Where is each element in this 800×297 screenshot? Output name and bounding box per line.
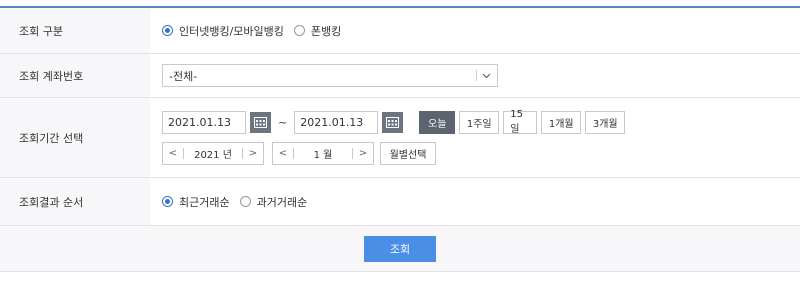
radio-oldest-first-label: 과거거래순	[256, 195, 308, 209]
radio-internet-mobile-label: 인터넷뱅킹/모바일뱅킹	[179, 24, 284, 38]
year-next-button[interactable]: >	[243, 148, 263, 159]
quick-today-button[interactable]: 오늘	[419, 110, 456, 134]
quick-1week-button[interactable]: 1주일	[459, 110, 500, 134]
result-order-options: 최근거래순 과거거래순	[150, 178, 800, 225]
month-next-button[interactable]: >	[353, 148, 373, 159]
row-period: 조회기간 선택 2021.01.13 ~ 2021.01.13 오늘 1주일 1…	[0, 98, 800, 178]
month-stepper: < 1 월 >	[272, 141, 374, 165]
chevron-down-icon	[482, 73, 491, 78]
search-button[interactable]: 조회	[364, 235, 436, 262]
date-range-line: 2021.01.13 ~ 2021.01.13 오늘 1주일 15일 1개월 3…	[162, 109, 626, 135]
account-select[interactable]: -전체-	[162, 64, 498, 87]
year-month-line: < 2021 년 > < 1 월 > 월별선택	[162, 141, 625, 165]
quick-3months-button[interactable]: 3개월	[585, 110, 626, 134]
radio-phone-banking[interactable]: 폰뱅킹	[293, 23, 342, 39]
quick-15days-button[interactable]: 15일	[503, 109, 538, 135]
month-select-button[interactable]: 월별선택	[380, 141, 436, 165]
end-date-input[interactable]: 2021.01.13	[294, 110, 379, 134]
year-stepper: < 2021 년 >	[162, 141, 264, 165]
label-result-order: 조회결과 순서	[0, 178, 150, 225]
radio-recent-first[interactable]: 최근거래순	[162, 194, 230, 210]
year-prev-button[interactable]: <	[163, 148, 183, 159]
quick-1month-button[interactable]: 1개월	[541, 110, 582, 134]
month-prev-button[interactable]: <	[273, 148, 293, 159]
inquiry-form: 조회 구분 인터넷뱅킹/모바일뱅킹 폰뱅킹 조회 계좌번호 -전체- 조회기간 …	[0, 6, 800, 272]
label-inquiry-type: 조회 구분	[0, 8, 150, 53]
account-select-value: -전체-	[169, 69, 198, 83]
row-result-order: 조회결과 순서 최근거래순 과거거래순	[0, 178, 800, 226]
start-date-input[interactable]: 2021.01.13	[162, 110, 246, 134]
calendar-icon[interactable]	[382, 111, 404, 133]
label-account-number: 조회 계좌번호	[0, 54, 150, 97]
radio-recent-first-label: 최근거래순	[179, 195, 230, 209]
year-value: 2021 년	[194, 149, 232, 161]
form-actions: 조회	[0, 226, 800, 272]
label-period: 조회기간 선택	[0, 98, 150, 177]
row-account-number: 조회 계좌번호 -전체-	[0, 54, 800, 98]
calendar-icon[interactable]	[250, 111, 271, 133]
month-value: 1 월	[313, 149, 333, 161]
row-inquiry-type: 조회 구분 인터넷뱅킹/모바일뱅킹 폰뱅킹	[0, 8, 800, 54]
radio-oldest-first[interactable]: 과거거래순	[239, 194, 308, 210]
radio-phone-banking-label: 폰뱅킹	[310, 24, 342, 38]
radio-selected-icon	[162, 25, 173, 36]
radio-selected-icon	[162, 196, 173, 207]
radio-empty-icon	[239, 196, 251, 207]
radio-internet-mobile[interactable]: 인터넷뱅킹/모바일뱅킹	[162, 23, 284, 39]
inquiry-type-options: 인터넷뱅킹/모바일뱅킹 폰뱅킹	[150, 8, 800, 53]
radio-empty-icon	[293, 25, 305, 36]
date-separator: ~	[278, 115, 288, 129]
